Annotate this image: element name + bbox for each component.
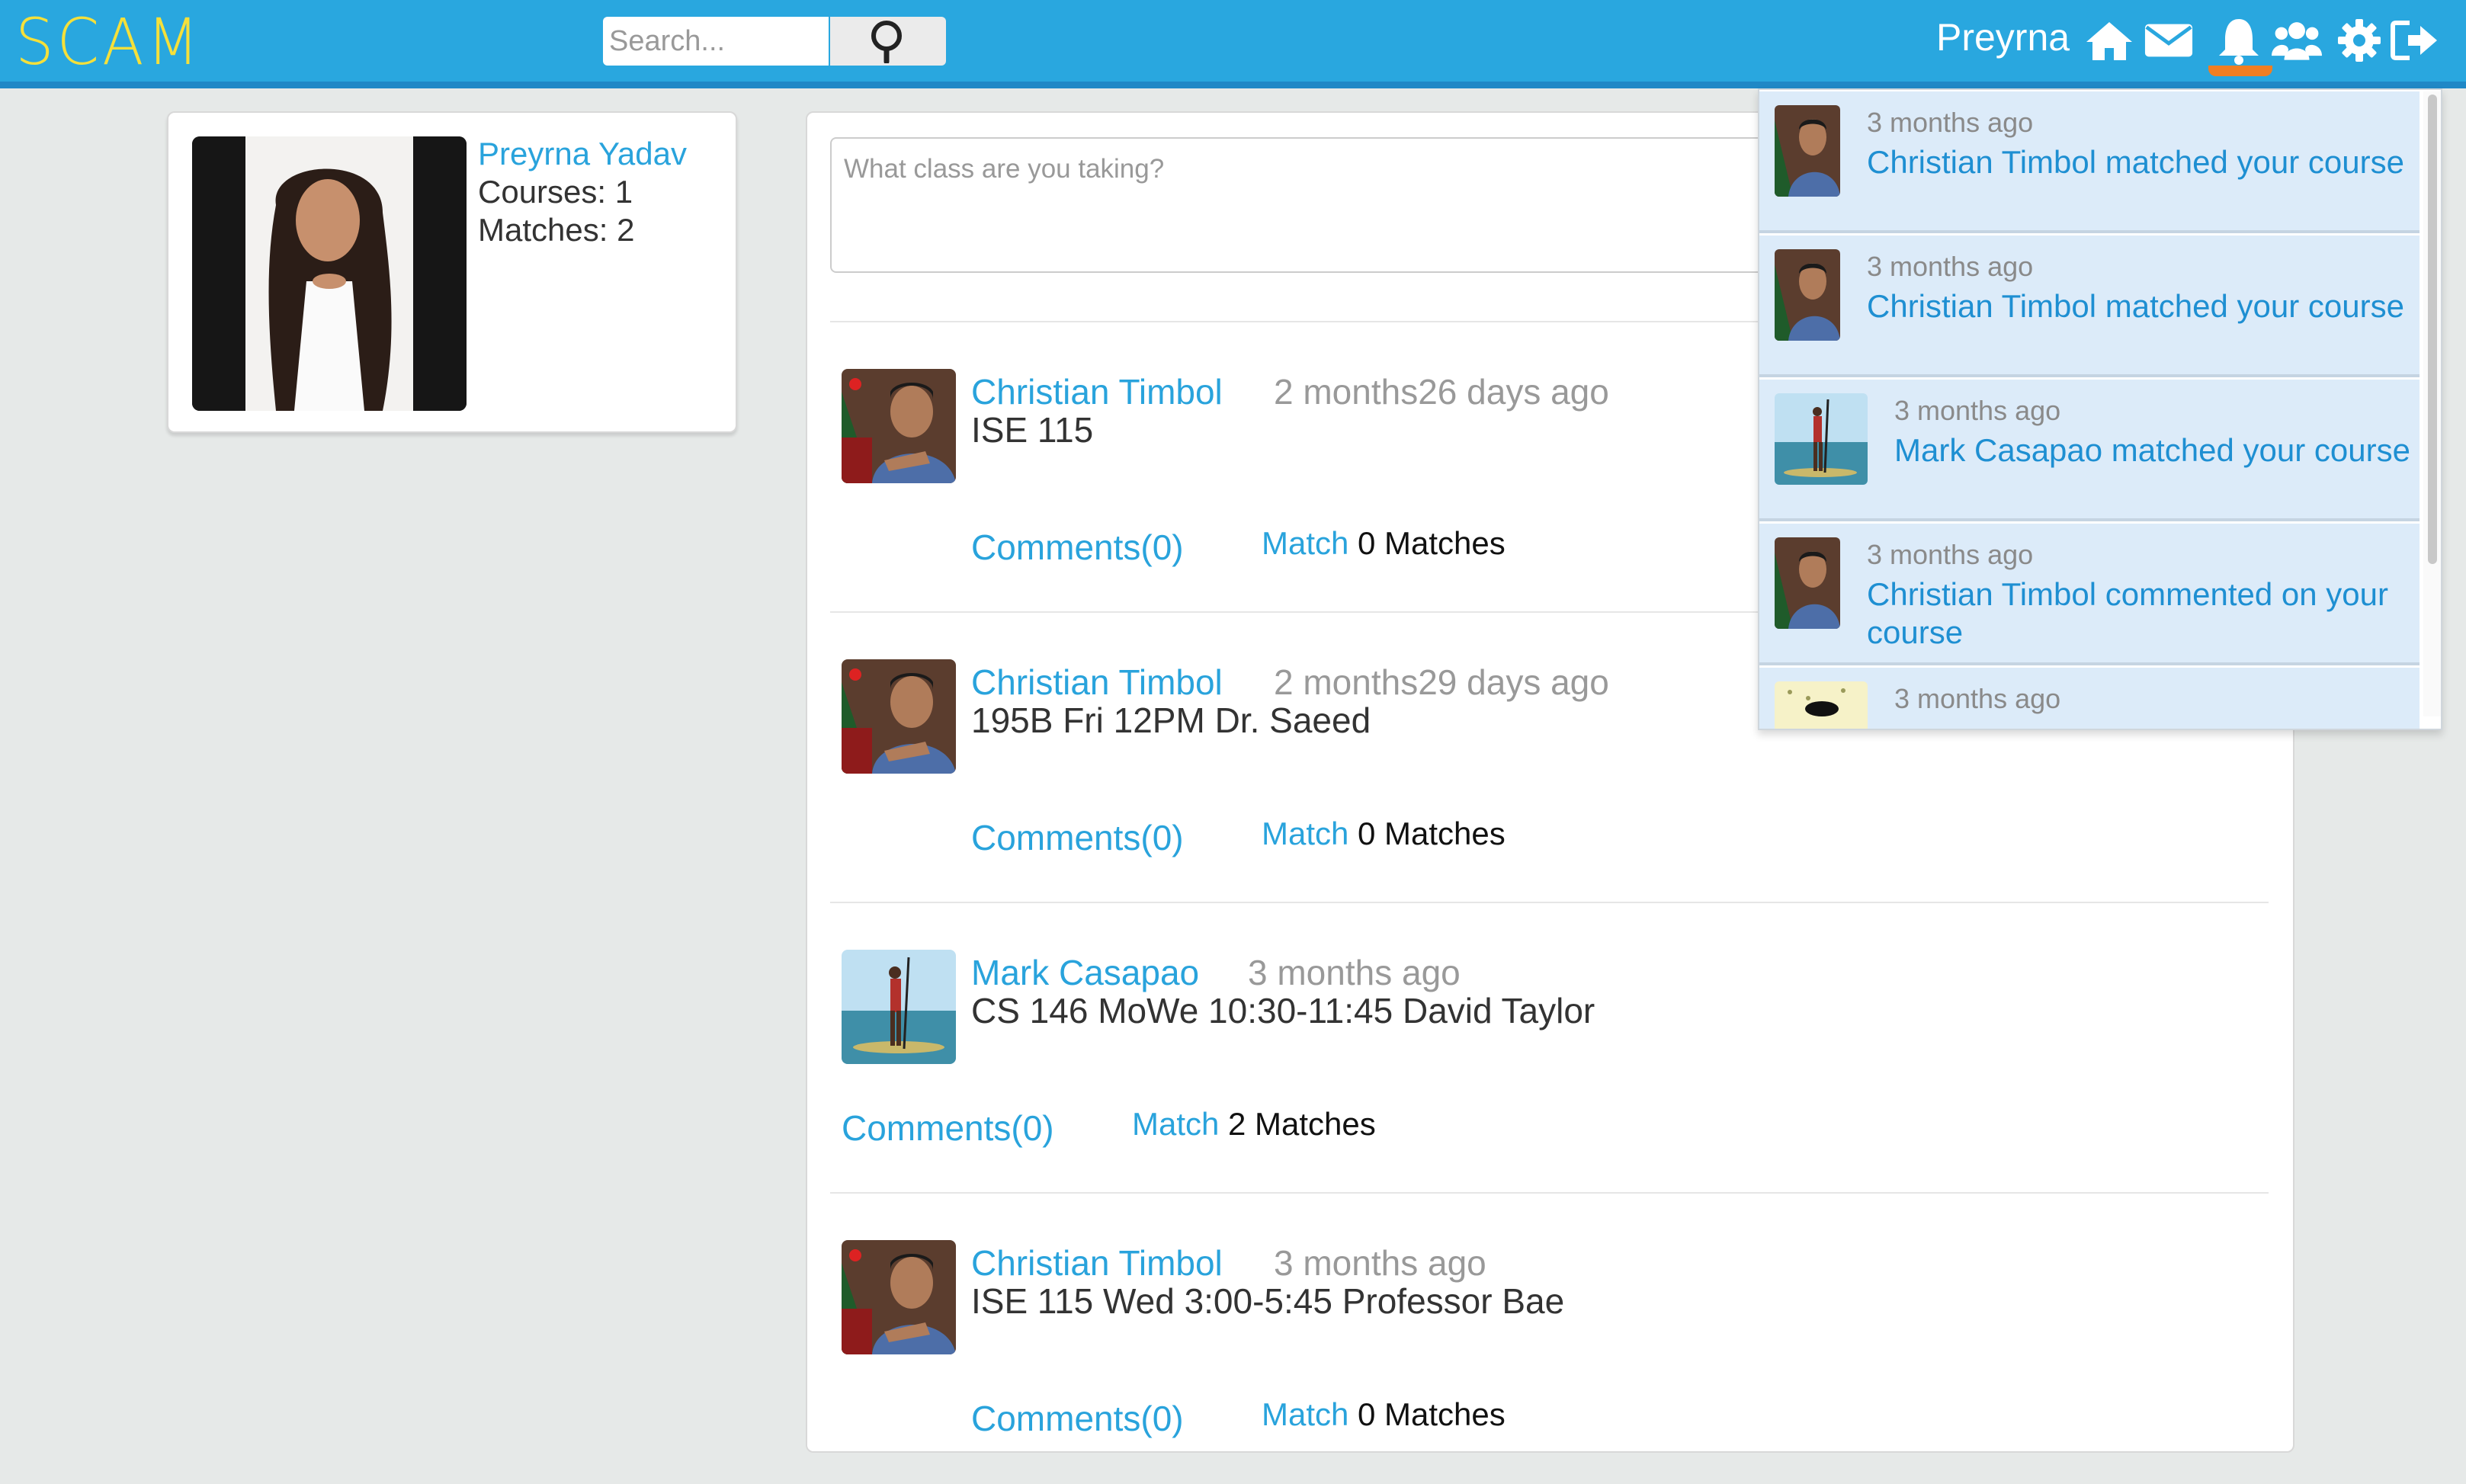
home-icon[interactable]: [2084, 15, 2134, 66]
match-link[interactable]: Match: [1132, 1106, 1219, 1143]
author-avatar[interactable]: [842, 369, 956, 483]
notification-avatar: [1775, 249, 1840, 341]
post-time: 3 months ago: [1274, 1243, 1486, 1283]
notification-time: 3 months ago: [1867, 251, 2034, 282]
notification-item[interactable]: 3 months ago Mark Casapao matched your c…: [1759, 380, 2420, 521]
feed-post: Christian Timbol 3 months ago ISE 115 We…: [830, 1192, 2269, 1484]
match-count: 2 Matches: [1228, 1106, 1376, 1142]
author-avatar[interactable]: [842, 659, 956, 774]
bell-icon[interactable]: [2214, 15, 2264, 66]
notification-item[interactable]: 3 months ago Christian Timbol commented …: [1759, 524, 2420, 665]
post-time: 2 months26 days ago: [1274, 372, 1609, 412]
match-count: 0 Matches: [1358, 525, 1506, 561]
match-count: 0 Matches: [1358, 816, 1506, 851]
comments-link[interactable]: Comments(0): [971, 817, 1184, 858]
profile-card: Preyrna Yadav Courses: 1 Matches: 2: [167, 111, 737, 433]
notification-avatar: [1775, 105, 1840, 197]
feed-post: Mark Casapao 3 months ago CS 146 MoWe 10…: [830, 902, 2269, 1194]
post-course: ISE 115 Wed 3:00-5:45 Professor Bae: [971, 1281, 1565, 1321]
sign-out-icon[interactable]: [2389, 15, 2439, 66]
comments-link[interactable]: Comments(0): [971, 527, 1184, 568]
notification-item[interactable]: 3 months ago Christian Timbol matched yo…: [1759, 91, 2420, 233]
profile-name[interactable]: Preyrna Yadav: [478, 136, 687, 172]
notification-item[interactable]: 3 months ago Christian Timbol matched yo…: [1759, 236, 2420, 377]
profile-photo[interactable]: [192, 136, 467, 411]
notifications-dropdown: 3 months ago Christian Timbol matched yo…: [1758, 88, 2442, 730]
author-avatar[interactable]: [842, 1240, 956, 1354]
comments-link[interactable]: Comments(0): [971, 1398, 1184, 1439]
gear-icon[interactable]: [2334, 15, 2384, 66]
post-time: 3 months ago: [1248, 953, 1461, 992]
notification-avatar: [1775, 393, 1868, 485]
nav-username[interactable]: Preyrna: [1936, 15, 2070, 59]
post-author[interactable]: Mark Casapao: [971, 952, 1199, 993]
notification-time: 3 months ago: [1894, 683, 2061, 714]
notification-item[interactable]: 3 months ago: [1759, 668, 2420, 729]
post-course: CS 146 MoWe 10:30-11:45 David Taylor: [971, 991, 1595, 1030]
notification-time: 3 months ago: [1894, 395, 2061, 426]
app-logo[interactable]: SCAM: [15, 5, 202, 79]
match-link[interactable]: Match: [1262, 1396, 1348, 1433]
match-link[interactable]: Match: [1262, 525, 1348, 562]
notification-time: 3 months ago: [1867, 107, 2034, 138]
comments-link[interactable]: Comments(0): [842, 1107, 1054, 1149]
notification-text[interactable]: Christian Timbol matched your course: [1867, 143, 2423, 181]
users-icon[interactable]: [2272, 15, 2322, 66]
notification-avatar: [1775, 681, 1868, 729]
match-count: 0 Matches: [1358, 1396, 1506, 1432]
post-time: 2 months29 days ago: [1274, 662, 1609, 702]
top-nav-bar: SCAM Preyrna: [0, 0, 2466, 88]
notification-time: 3 months ago: [1867, 539, 2034, 570]
search-button[interactable]: [830, 17, 946, 66]
notifications-scroll-thumb[interactable]: [2428, 95, 2437, 564]
post-author[interactable]: Christian Timbol: [971, 662, 1223, 703]
author-avatar[interactable]: [842, 950, 956, 1064]
match-link[interactable]: Match: [1262, 816, 1348, 852]
search-icon: [871, 21, 902, 63]
post-author[interactable]: Christian Timbol: [971, 1242, 1223, 1284]
post-course: 195B Fri 12PM Dr. Saeed: [971, 700, 1371, 740]
search-input[interactable]: [603, 17, 829, 66]
profile-matches-count: Matches: 2: [478, 212, 635, 248]
active-tab-indicator: [2208, 66, 2272, 76]
envelope-icon[interactable]: [2144, 15, 2194, 66]
profile-courses-count: Courses: 1: [478, 174, 633, 210]
post-author[interactable]: Christian Timbol: [971, 371, 1223, 412]
notification-text[interactable]: Christian Timbol matched your course: [1867, 287, 2423, 325]
notification-text[interactable]: Mark Casapao matched your course: [1894, 431, 2441, 470]
notification-avatar: [1775, 537, 1840, 629]
notification-text[interactable]: Christian Timbol commented on your cours…: [1867, 575, 2423, 652]
post-course: ISE 115: [971, 410, 1094, 450]
